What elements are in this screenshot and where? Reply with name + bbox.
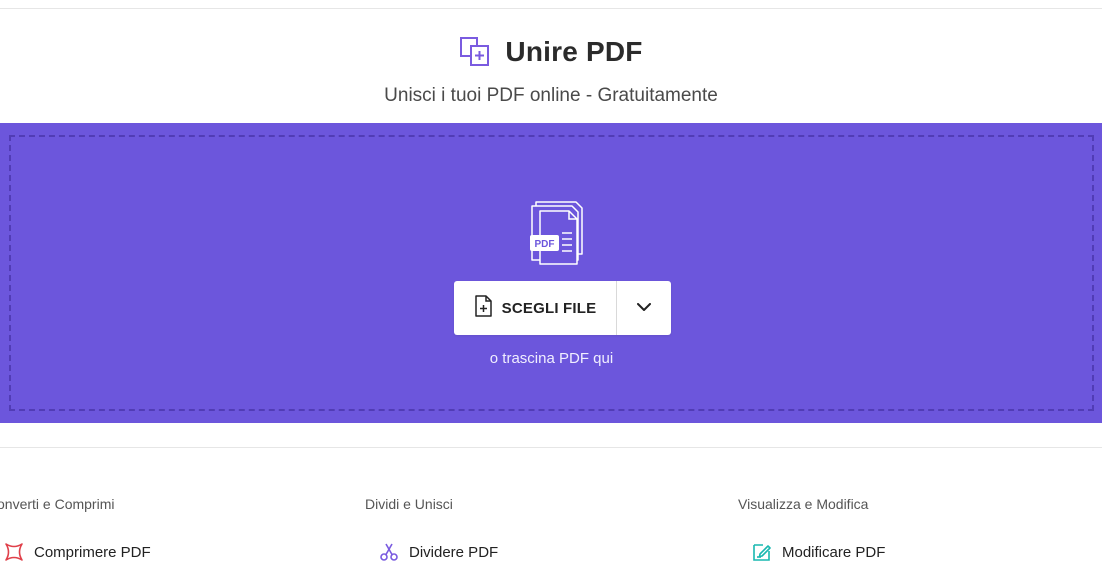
scissors-icon (379, 542, 399, 562)
tool-label: Dividere PDF (409, 543, 499, 561)
tool-link-edit[interactable]: Modificare PDF (752, 542, 885, 562)
chevron-down-icon (637, 299, 651, 317)
merge-pdf-icon (459, 36, 491, 68)
choose-file-button[interactable]: SCEGLI FILE (454, 281, 616, 335)
page-subtitle: Unisci i tuoi PDF online - Gratuitamente (384, 85, 718, 106)
choose-file-button-group: SCEGLI FILE (454, 281, 671, 335)
upload-area[interactable]: PDF SCEGLI FILE o trascina PDF qui (0, 123, 1102, 423)
drag-hint: o trascina PDF qui (489, 350, 614, 367)
title-row: Unire PDF (459, 34, 642, 70)
column-title: Visualizza e Modifica (738, 496, 869, 512)
tool-label: Modificare PDF (782, 543, 886, 561)
page-title: Unire PDF (505, 36, 643, 67)
section-divider (0, 447, 1102, 448)
file-add-icon (474, 295, 492, 321)
pdf-graphic-label: PDF (535, 239, 555, 250)
compress-icon (4, 542, 24, 562)
tool-label: Comprimere PDF (34, 543, 151, 561)
header: Unire PDF Unisci i tuoi PDF online - Gra… (0, 34, 1102, 107)
edit-icon (752, 542, 772, 562)
choose-file-label: SCEGLI FILE (501, 299, 597, 317)
column-title: onverti e Comprimi (0, 496, 115, 512)
tool-column-convert: onverti e Comprimi Comprimere PDF (0, 496, 151, 562)
top-divider (0, 8, 1102, 9)
tool-column-view-edit: Visualizza e Modifica Modificare PDF (738, 496, 885, 562)
tool-column-split-merge: Dividi e Unisci Dividere PDF (365, 496, 498, 562)
column-title: Dividi e Unisci (365, 496, 453, 512)
pdf-files-icon: PDF (526, 197, 598, 265)
tool-link-split[interactable]: Dividere PDF (379, 542, 498, 562)
page: Unire PDF Unisci i tuoi PDF online - Gra… (0, 0, 1102, 579)
drop-zone[interactable]: PDF SCEGLI FILE o trascina PDF qui (9, 135, 1094, 411)
tool-link-compress[interactable]: Comprimere PDF (4, 542, 151, 562)
upload-options-dropdown[interactable] (617, 281, 671, 335)
